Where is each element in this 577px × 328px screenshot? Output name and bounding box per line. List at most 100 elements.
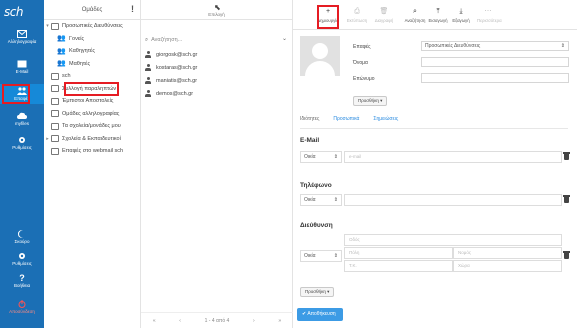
sidebar-item-settings[interactable]: Ρυθμίσεις <box>0 252 44 266</box>
tree-item-parents[interactable]: 👥 Γονείς <box>44 33 141 46</box>
help-icon: ? <box>19 273 25 283</box>
address-type-select[interactable]: Οικία ⇕ <box>300 250 342 262</box>
contact-email: kostaras@sch.gr <box>156 64 198 71</box>
surname-field[interactable] <box>421 73 569 83</box>
list-item[interactable]: maniatis@sch.gr <box>141 74 293 87</box>
zip-field[interactable]: Τ.Κ. <box>344 260 453 272</box>
upload-icon: ⤒ <box>436 8 440 15</box>
city-field[interactable]: Πόλη <box>344 247 453 259</box>
email-section-title: E-Mail <box>300 137 320 144</box>
street-field[interactable]: Οδός <box>344 234 562 246</box>
address-book-icon <box>51 97 59 105</box>
export-button[interactable]: ⤓ Εξαγωγή <box>450 8 472 23</box>
groups-menu-icon[interactable]: ! <box>131 4 134 14</box>
button-label: Εκτύπωση <box>346 18 368 23</box>
print-button[interactable]: ⎙ Εκτύπωση <box>346 8 368 23</box>
email-field[interactable]: e-mail <box>344 151 562 163</box>
sidebar-item-dark-mode[interactable]: Σκούρο <box>0 230 44 244</box>
list-item[interactable]: giorgosk@sch.gr <box>141 48 293 61</box>
add-more-dropdown[interactable]: Προσθήκη ▾ <box>300 287 335 297</box>
sidebar-item-label: Σκούρο <box>14 239 30 244</box>
select-button[interactable]: Επιλογή <box>141 12 292 17</box>
group-select[interactable]: Προσωπικές Διευθύνσεις ⇕ <box>421 41 569 51</box>
list-item[interactable]: demos@sch.gr <box>141 87 293 100</box>
name-field[interactable] <box>421 57 569 67</box>
next-page-button[interactable]: › <box>253 318 255 324</box>
delete-email-icon[interactable] <box>563 152 570 160</box>
prev-page-button[interactable]: ‹ <box>179 318 181 324</box>
download-icon: ⤓ <box>459 8 463 15</box>
sidebar-item-myfiles[interactable]: myfiles <box>0 112 44 126</box>
sidebar-item-mail[interactable]: Αλληλογραφία <box>0 30 44 44</box>
tree-item-teachers[interactable]: 👥 Καθηγητές <box>44 45 141 58</box>
collapse-toggle[interactable]: ▾ <box>44 23 51 29</box>
search-icon: ⌕ <box>145 36 149 43</box>
gear-icon <box>19 137 25 143</box>
tab-notes[interactable]: Σημειώσεις <box>373 116 398 122</box>
country-field[interactable]: Χώρα <box>453 260 562 272</box>
sidebar-item-help[interactable]: ? Βοήθεια <box>0 273 44 289</box>
search-icon: ⌕ <box>413 8 417 15</box>
search-input[interactable]: Αναζήτηση... <box>151 37 182 43</box>
logout-icon <box>18 300 26 308</box>
create-button[interactable]: + Δημιουργία <box>317 8 339 23</box>
chevron-down-icon: ⇕ <box>560 43 565 49</box>
groups-title: Ομάδες <box>81 7 103 13</box>
tree-item-students[interactable]: 👥 Μαθητές <box>44 58 141 71</box>
search-button[interactable]: ⌕ Αναζήτηση <box>404 8 426 23</box>
address-book-icon <box>51 72 59 80</box>
email-type-select[interactable]: Οικία ⇕ <box>300 151 342 163</box>
group-icon: 👥 <box>57 60 66 68</box>
contact-email: demos@sch.gr <box>156 90 194 97</box>
cursor-icon[interactable]: ⬉ <box>214 3 221 12</box>
delete-address-icon[interactable] <box>563 251 570 259</box>
email-type-value: Οικία <box>304 154 316 160</box>
delete-phone-icon[interactable] <box>563 195 570 203</box>
tree-item-webmail-contacts[interactable]: Επαφές στο webmail sch <box>44 145 141 158</box>
add-field-dropdown[interactable]: Προσθήκη ▾ <box>353 96 388 106</box>
list-item[interactable]: kostaras@sch.gr <box>141 61 293 74</box>
tree-item-schools-teachers[interactable]: ▸ Σχολεία & Εκπαιδευτικοί <box>44 133 141 146</box>
moon-icon <box>18 230 23 238</box>
save-button[interactable]: ✔ Αποθήκευση <box>297 308 343 321</box>
trash-icon: 🗑 <box>379 8 389 15</box>
first-page-button[interactable]: « <box>153 318 156 324</box>
last-page-button[interactable]: » <box>278 318 281 324</box>
sidebar-item-email[interactable]: E-Mail <box>0 60 44 74</box>
chevron-down-icon[interactable]: ⌄ <box>282 35 287 42</box>
tree-item-mail-groups[interactable]: Ομάδες αλληλογραφίας <box>44 108 141 121</box>
detail-tabs: Ιδιότητες Προσωπικά Σημειώσεις <box>300 116 398 122</box>
sidebar-item-label: Βοήθεια <box>13 283 31 288</box>
app-sidebar: sch Αλληλογραφία E-Mail Επαφές myfiles Ρ… <box>0 0 44 328</box>
button-label: Αναζήτηση <box>404 18 426 23</box>
tree-item-personal[interactable]: ▾ Προσωπικές Διευθύνσεις <box>44 20 141 33</box>
tab-personal[interactable]: Προσωπικά <box>333 116 359 122</box>
address-book-icon <box>51 110 59 118</box>
sidebar-item-logout[interactable]: Αποσύνδεση <box>0 300 44 314</box>
search-bar[interactable]: ⌕ Αναζήτηση... ⌄ <box>141 33 293 47</box>
expand-toggle[interactable]: ▸ <box>44 136 51 142</box>
contact-photo[interactable] <box>300 36 340 76</box>
sidebar-item-label: Ρυθμίσεις <box>12 261 32 266</box>
delete-button[interactable]: 🗑 Διαγραφή <box>373 8 395 23</box>
cloud-icon <box>17 112 27 119</box>
address-book-icon <box>51 85 59 93</box>
envelope-icon <box>17 60 27 68</box>
button-label: Εξαγωγή <box>452 18 470 23</box>
tree-item-my-schools[interactable]: Τα σχολεία/μονάδες μου <box>44 120 141 133</box>
more-button[interactable]: ⋯ Περισσότερα <box>477 8 502 23</box>
phone-field[interactable] <box>344 194 562 206</box>
phone-type-select[interactable]: Οικία ⇕ <box>300 194 342 206</box>
country-placeholder: Χώρα <box>458 263 470 268</box>
sidebar-item-preferences[interactable]: Ρυθμίσεις <box>0 136 44 150</box>
tree-item-collected[interactable]: Συλλογή παραληπτών <box>44 83 141 96</box>
street-placeholder: Οδός <box>349 237 360 242</box>
tab-properties[interactable]: Ιδιότητες <box>300 116 319 122</box>
button-label: Διαγραφή <box>374 18 394 23</box>
region-field[interactable]: Νομός <box>453 247 562 259</box>
sidebar-item-contacts[interactable]: Επαφές <box>0 84 44 104</box>
settings-icon <box>19 253 25 259</box>
tree-item-trusted[interactable]: Έμπιστοι Αποστολείς <box>44 95 141 108</box>
import-button[interactable]: ⤒ Εισαγωγή <box>427 8 449 23</box>
tree-item-sch[interactable]: sch <box>44 70 141 83</box>
